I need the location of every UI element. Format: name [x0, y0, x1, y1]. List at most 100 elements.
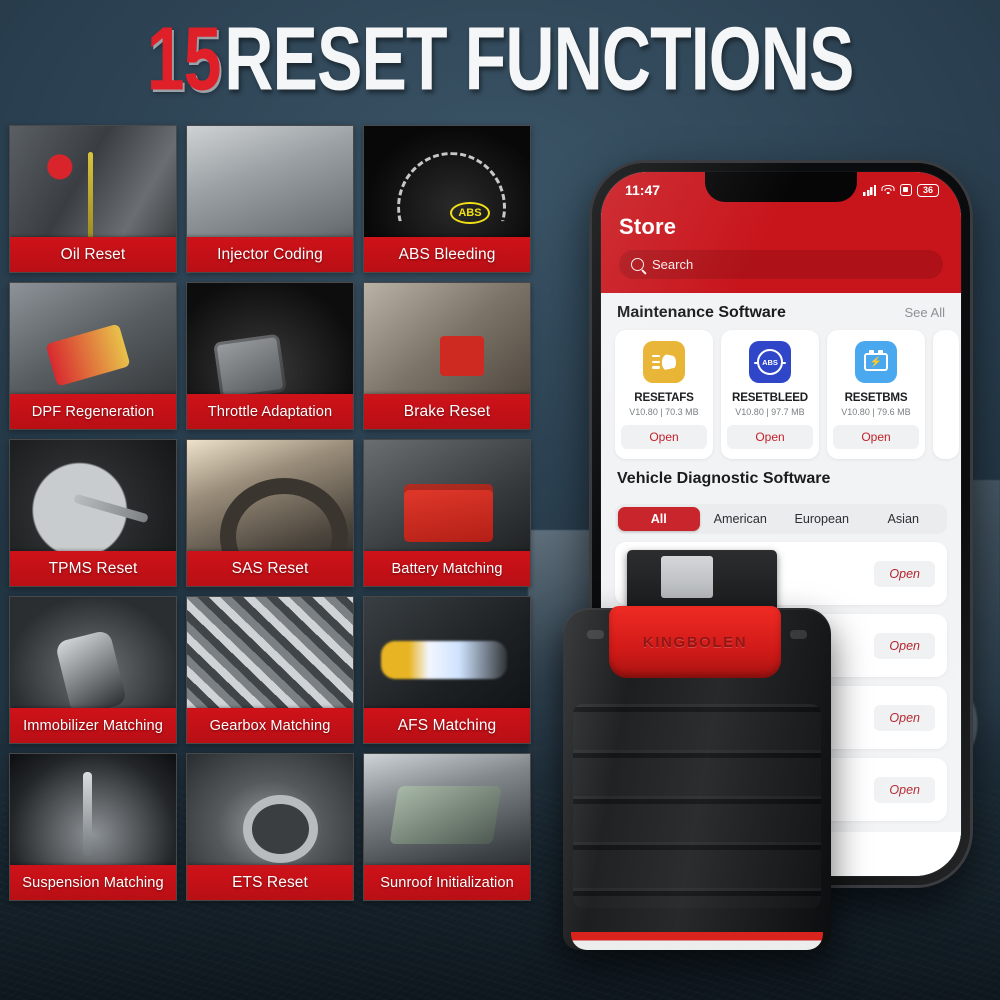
function-tile-tpms-reset[interactable]: TPMS Reset	[9, 439, 177, 587]
tile-label-band: Oil Reset	[10, 237, 176, 272]
function-tile-injector-coding[interactable]: Injector Coding	[186, 125, 354, 273]
function-tile-suspension-matching[interactable]: Suspension Matching	[9, 753, 177, 901]
function-tile-afs-matching[interactable]: AFS Matching	[363, 596, 531, 744]
title-count: 15	[146, 7, 222, 110]
tile-label-band: Sunroof Initialization	[364, 865, 530, 900]
tile-label-band: Injector Coding	[187, 237, 353, 272]
function-tile-oil-reset[interactable]: Oil Reset	[9, 125, 177, 273]
vehicle-filter-tabs: All American European Asian	[615, 504, 947, 534]
battery-icon: 36	[917, 183, 939, 197]
tile-label-band: Gearbox Matching	[187, 708, 353, 743]
grid-row-5: Suspension Matching ETS Reset Sunroof In…	[9, 753, 531, 901]
tile-label: SAS Reset	[231, 559, 309, 577]
search-placeholder: Search	[652, 257, 694, 272]
tile-label: Sunroof Initialization	[380, 874, 514, 891]
app-meta: V10.80 | 97.7 MB	[735, 407, 805, 417]
app-card-resetbleed[interactable]: ABS RESETBLEED V10.80 | 97.7 MB Open	[721, 330, 819, 459]
app-name: RESETBMS	[844, 391, 908, 404]
tile-label: DPF Regeneration	[31, 403, 155, 420]
status-bar: 11:47 36	[601, 172, 961, 212]
reset-functions-grid: Oil Reset Injector Coding ABS Bleeding D…	[9, 125, 531, 910]
filter-tab-all[interactable]: All	[618, 507, 700, 531]
open-button[interactable]: Open	[874, 560, 935, 587]
page-title: 15RESET FUNCTIONS	[147, 13, 855, 104]
function-tile-battery-matching[interactable]: Battery Matching	[363, 439, 531, 587]
tile-label: TPMS Reset	[48, 559, 138, 577]
open-button[interactable]: Open	[874, 704, 935, 731]
filter-tab-asian[interactable]: Asian	[863, 507, 945, 531]
signal-icon	[863, 184, 876, 196]
phone-notch	[705, 172, 857, 202]
app-meta: V10.80 | 79.6 MB	[841, 407, 911, 417]
app-card-resetbms[interactable]: ⚡ RESETBMS V10.80 | 79.6 MB Open	[827, 330, 925, 459]
tile-label-band: TPMS Reset	[10, 551, 176, 586]
obd-ribs	[573, 704, 821, 908]
wifi-icon	[881, 184, 895, 196]
maintenance-section-header: Maintenance Software See All	[601, 293, 961, 330]
app-name: RESETAFS	[634, 391, 694, 404]
tile-label: Battery Matching	[391, 560, 503, 577]
page-header: 15RESET FUNCTIONS	[0, 0, 1000, 118]
tile-label: Oil Reset	[60, 245, 126, 263]
tile-label: ABS Bleeding	[398, 245, 496, 263]
tile-label-band: ETS Reset	[187, 865, 353, 900]
open-button[interactable]: Open	[727, 425, 813, 449]
tile-label-band: Suspension Matching	[10, 865, 176, 900]
headlight-icon	[643, 341, 685, 383]
function-tile-sunroof-initialization[interactable]: Sunroof Initialization	[363, 753, 531, 901]
tile-label: Suspension Matching	[22, 874, 164, 891]
grid-row-1: Oil Reset Injector Coding ABS Bleeding	[9, 125, 531, 273]
open-button[interactable]: Open	[874, 776, 935, 803]
maintenance-app-cards: RESETAFS V10.80 | 70.3 MB Open ABS RESET…	[601, 330, 961, 459]
app-title: Store	[619, 214, 677, 239]
search-icon	[631, 258, 644, 271]
obd-brand-panel: KINGBOLEN	[609, 606, 781, 678]
tile-label-band: Brake Reset	[364, 394, 530, 429]
app-card-resetafs[interactable]: RESETAFS V10.80 | 70.3 MB Open	[615, 330, 713, 459]
function-tile-brake-reset[interactable]: Brake Reset	[363, 282, 531, 430]
obd-foot	[571, 932, 823, 950]
tile-label: Immobilizer Matching	[23, 717, 163, 734]
grid-row-3: TPMS Reset SAS Reset Battery Matching	[9, 439, 531, 587]
tile-label: AFS Matching	[397, 716, 497, 734]
tile-label-band: AFS Matching	[364, 708, 530, 743]
tile-label-band: Throttle Adaptation	[187, 394, 353, 429]
function-tile-throttle-adaptation[interactable]: Throttle Adaptation	[186, 282, 354, 430]
obd-grip-right	[790, 630, 807, 639]
maintenance-section-title: Maintenance Software	[617, 304, 786, 321]
obd-body: KINGBOLEN	[563, 606, 831, 950]
tile-label: Throttle Adaptation	[207, 403, 333, 420]
function-tile-ets-reset[interactable]: ETS Reset	[186, 753, 354, 901]
open-button[interactable]: Open	[874, 632, 935, 659]
screen-record-icon	[900, 184, 912, 196]
abs-icon: ABS	[749, 341, 791, 383]
status-bar-icons: 36	[863, 183, 939, 197]
app-bar: Store Search	[601, 212, 961, 293]
filter-tab-american[interactable]: American	[700, 507, 782, 531]
tile-label-band: ABS Bleeding	[364, 237, 530, 272]
obd-brand-text: KINGBOLEN	[642, 633, 748, 651]
tile-label-band: SAS Reset	[187, 551, 353, 586]
function-tile-abs-bleeding[interactable]: ABS Bleeding	[363, 125, 531, 273]
grid-row-4: Immobilizer Matching Gearbox Matching AF…	[9, 596, 531, 744]
open-button[interactable]: Open	[833, 425, 919, 449]
filter-tab-european[interactable]: European	[781, 507, 863, 531]
search-input[interactable]: Search	[619, 250, 943, 279]
tile-label: Injector Coding	[217, 245, 323, 263]
tile-label-band: Battery Matching	[364, 551, 530, 586]
tile-label-band: DPF Regeneration	[10, 394, 176, 429]
function-tile-gearbox-matching[interactable]: Gearbox Matching	[186, 596, 354, 744]
function-tile-immobilizer-matching[interactable]: Immobilizer Matching	[9, 596, 177, 744]
vehicle-section-title: Vehicle Diagnostic Software	[617, 470, 831, 487]
function-tile-sas-reset[interactable]: SAS Reset	[186, 439, 354, 587]
tile-label: Gearbox Matching	[209, 717, 331, 734]
app-card-partial[interactable]	[933, 330, 959, 459]
tile-label-band: Immobilizer Matching	[10, 708, 176, 743]
function-tile-dpf-regeneration[interactable]: DPF Regeneration	[9, 282, 177, 430]
app-meta: V10.80 | 70.3 MB	[629, 407, 699, 417]
status-bar-time: 11:47	[625, 182, 661, 198]
vehicle-section-header: Vehicle Diagnostic Software	[601, 459, 961, 496]
obd-scanner-device: KINGBOLEN	[563, 550, 831, 950]
open-button[interactable]: Open	[621, 425, 707, 449]
see-all-link[interactable]: See All	[905, 305, 945, 320]
